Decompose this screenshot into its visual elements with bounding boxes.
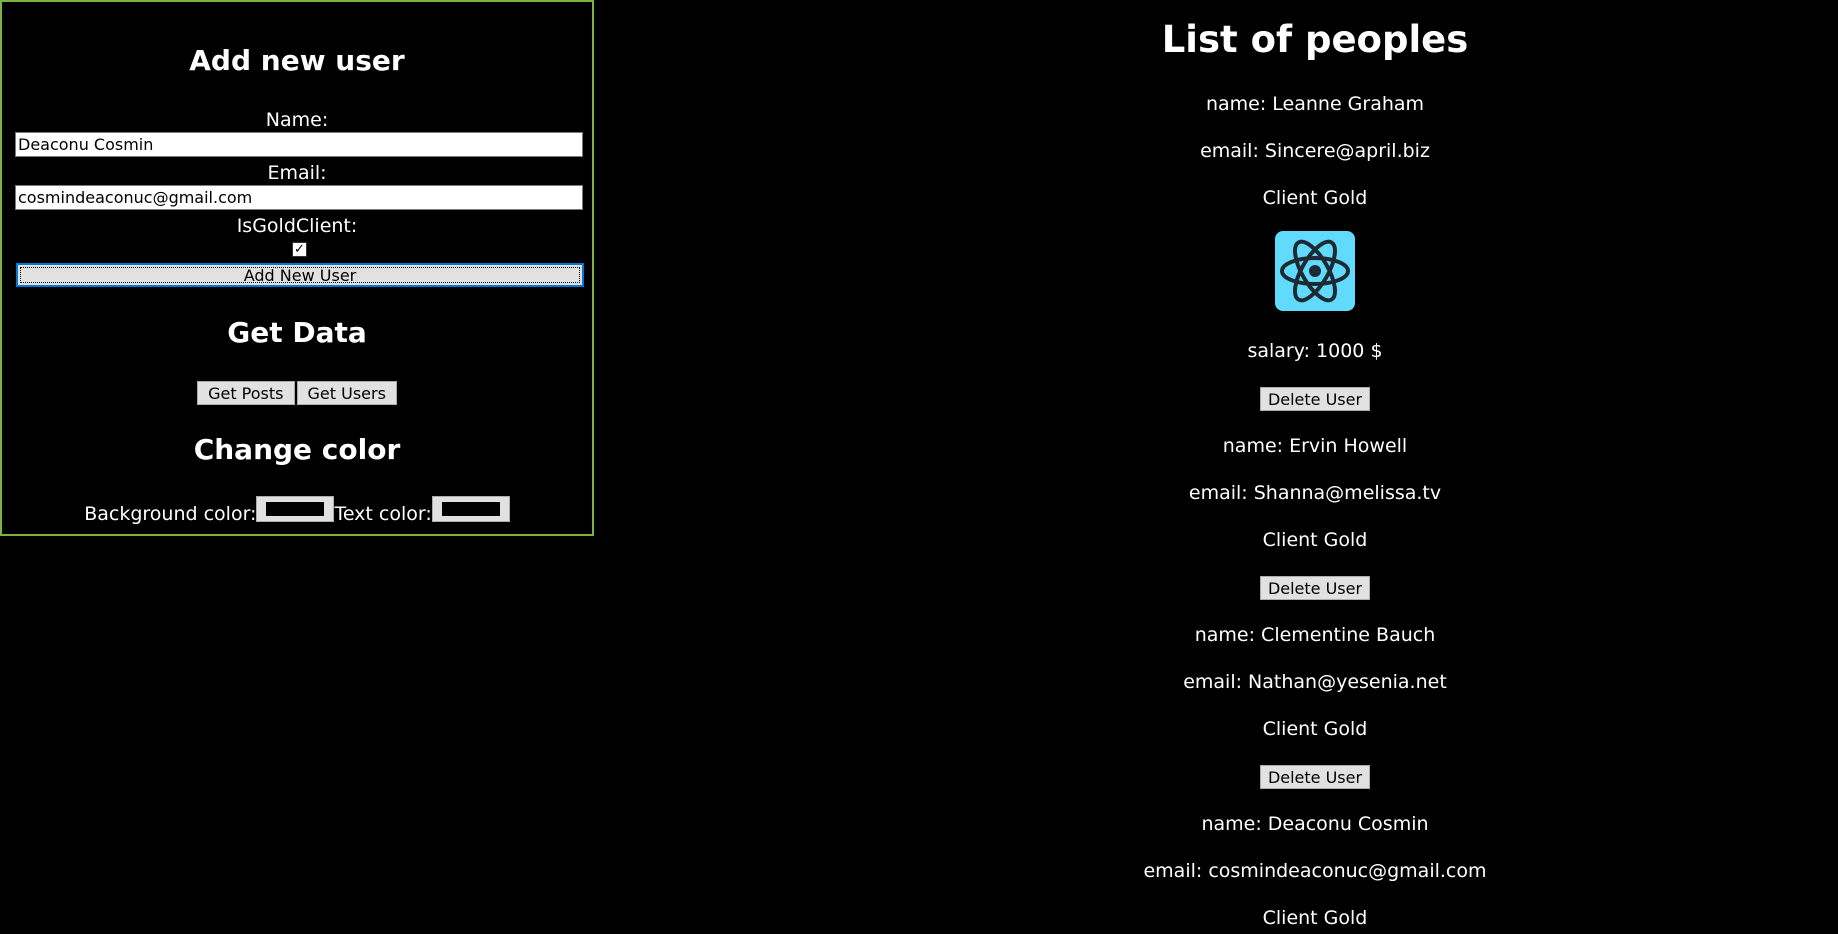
user-name: name: Clementine Bauch xyxy=(1194,624,1436,646)
list-title: List of peoples xyxy=(1161,18,1469,61)
background-color-picker[interactable] xyxy=(256,496,335,522)
user-email: email: Nathan@yesenia.net xyxy=(1183,671,1447,693)
background-color-label: Background color: xyxy=(84,503,257,525)
user-client-status: Client Gold xyxy=(1262,907,1368,929)
user-client-status: Client Gold xyxy=(1262,187,1368,209)
get-users-button[interactable]: Get Users xyxy=(296,381,397,405)
get-data-buttons: Get Posts Get Users xyxy=(2,381,592,405)
delete-user-button[interactable]: Delete User xyxy=(1260,387,1370,411)
app-root: Add new user Name: Email: IsGoldClient: … xyxy=(0,0,1838,934)
text-color-swatch xyxy=(441,502,500,516)
user-name: name: Leanne Graham xyxy=(1205,93,1425,115)
checkmark-icon: ✓ xyxy=(294,242,305,257)
get-data-heading: Get Data xyxy=(227,316,367,349)
email-label: Email: xyxy=(267,162,327,184)
form-panel: Add new user Name: Email: IsGoldClient: … xyxy=(0,0,594,536)
gold-client-checkbox[interactable]: ✓ xyxy=(292,242,307,257)
delete-user-button[interactable]: Delete User xyxy=(1260,765,1370,789)
name-label: Name: xyxy=(265,109,329,131)
user-salary: salary: 1000 $ xyxy=(1247,340,1383,362)
user-email: email: Shanna@melissa.tv xyxy=(1188,482,1442,504)
background-color-swatch xyxy=(266,502,325,516)
add-new-user-button[interactable]: Add New User xyxy=(16,263,584,287)
user-name: name: Deaconu Cosmin xyxy=(1201,813,1429,835)
react-icon xyxy=(1275,231,1355,311)
change-color-heading: Change color xyxy=(193,433,401,466)
user-client-status: Client Gold xyxy=(1262,529,1368,551)
color-pickers-row: Background color: Text color: xyxy=(2,496,592,527)
email-input[interactable] xyxy=(15,185,583,210)
add-user-heading: Add new user xyxy=(189,44,405,77)
user-email: email: Sincere@april.biz xyxy=(1200,140,1430,162)
delete-user-button[interactable]: Delete User xyxy=(1260,576,1370,600)
user-client-status: Client Gold xyxy=(1262,718,1368,740)
gold-client-label: IsGoldClient: xyxy=(236,215,358,237)
text-color-label: Text color: xyxy=(334,503,432,525)
get-posts-button[interactable]: Get Posts xyxy=(197,381,295,405)
user-email: email: cosmindeaconuc@gmail.com xyxy=(1143,860,1487,882)
user-name: name: Ervin Howell xyxy=(1222,435,1408,457)
name-input[interactable] xyxy=(15,132,583,157)
text-color-picker[interactable] xyxy=(431,496,510,522)
